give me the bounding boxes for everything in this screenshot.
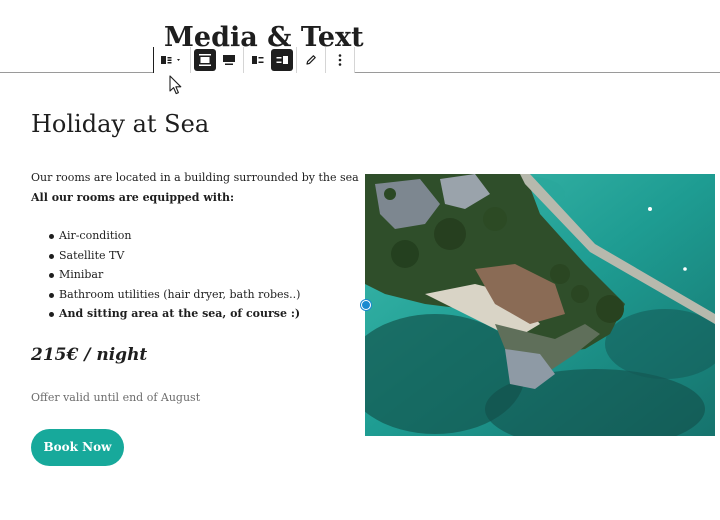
align-full-button[interactable]	[218, 49, 240, 71]
media-right-button[interactable]	[271, 49, 293, 71]
list-item: And sitting area at the sea, of course :…	[48, 304, 300, 324]
more-options-icon	[338, 54, 342, 66]
align-wide-icon	[199, 54, 211, 66]
alignment-group	[191, 47, 244, 73]
feature-list[interactable]: Air-condition Satellite TV Minibar Bathr…	[31, 226, 300, 324]
media-resize-handle[interactable]	[361, 300, 371, 310]
header-divider	[0, 72, 720, 73]
media-right-icon	[276, 56, 288, 64]
media-text-block-icon	[161, 56, 180, 64]
intro-paragraph[interactable]: Our rooms are located in a building surr…	[31, 168, 359, 208]
content-heading[interactable]: Holiday at Sea	[31, 109, 209, 139]
block-type-group	[154, 47, 191, 73]
list-item: Air-condition	[48, 226, 300, 246]
book-now-button[interactable]: Book Now	[31, 429, 124, 466]
block-switcher-button[interactable]	[157, 49, 187, 71]
intro-bold-line: All our rooms are equipped with:	[31, 191, 235, 204]
intro-line: Our rooms are located in a building surr…	[31, 171, 359, 184]
aerial-island-photo	[365, 174, 715, 436]
block-toolbar	[153, 47, 355, 73]
more-options-button[interactable]	[329, 49, 351, 71]
offer-note[interactable]: Offer valid until end of August	[31, 389, 200, 407]
media-position-group	[244, 47, 297, 73]
align-full-icon	[223, 55, 235, 65]
media-image[interactable]	[365, 174, 715, 436]
edit-group	[297, 47, 326, 73]
list-item: Bathroom utilities (hair dryer, bath rob…	[48, 285, 300, 305]
align-wide-button[interactable]	[194, 49, 216, 71]
media-left-button[interactable]	[247, 49, 269, 71]
edit-media-button[interactable]	[300, 49, 322, 71]
pencil-icon	[306, 55, 316, 65]
mouse-pointer-icon	[169, 75, 182, 95]
chevron-down-icon	[177, 59, 180, 61]
list-item: Minibar	[48, 265, 300, 285]
media-left-icon	[252, 56, 264, 64]
options-group	[326, 47, 355, 73]
list-item: Satellite TV	[48, 246, 300, 266]
price[interactable]: 215€ / night	[31, 343, 147, 367]
